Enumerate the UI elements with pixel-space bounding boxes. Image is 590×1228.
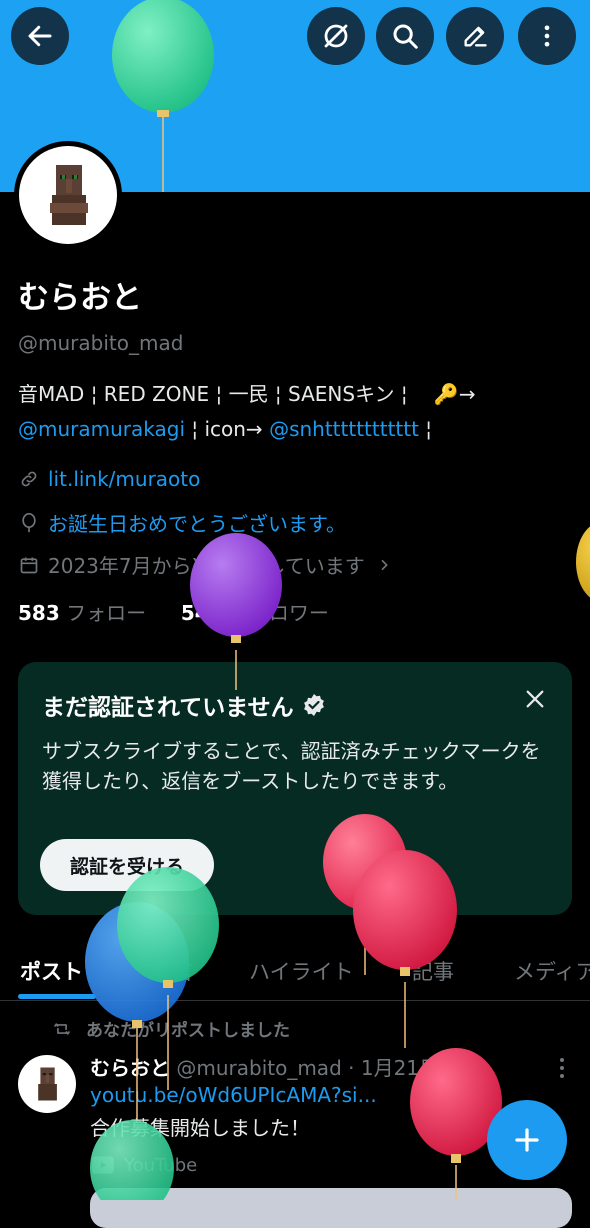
villager-avatar-image bbox=[50, 165, 88, 225]
bio-text: ¦ icon→ bbox=[185, 417, 270, 441]
profile-avatar[interactable] bbox=[14, 141, 122, 249]
get-verified-button[interactable]: 認証を受ける bbox=[40, 839, 214, 891]
bio-text: ¦ bbox=[418, 417, 433, 441]
grok-button[interactable] bbox=[307, 7, 365, 65]
pencil-icon bbox=[464, 26, 487, 47]
close-icon bbox=[526, 690, 544, 708]
following-stat[interactable]: 583 フォロー bbox=[18, 601, 146, 625]
repost-indicator: あなたがリポストしました bbox=[52, 1016, 290, 1041]
calendar-icon bbox=[18, 554, 40, 576]
joined-row[interactable]: 2023年7月からXを利用しています bbox=[18, 550, 395, 579]
birthday-row: お誕生日おめでとうございます。 bbox=[18, 508, 346, 537]
post-author-name[interactable]: むらおと bbox=[90, 1056, 170, 1080]
repost-label: あなたがリポストしました bbox=[86, 1021, 290, 1041]
compose-post-button[interactable] bbox=[487, 1100, 567, 1180]
tab-replies[interactable]: 返信 bbox=[150, 956, 192, 986]
verification-title-text: まだ認証されていません bbox=[42, 695, 294, 721]
tab-highlights[interactable]: ハイライト bbox=[249, 956, 354, 986]
youtube-source: YouTube bbox=[90, 1152, 197, 1178]
more-vertical-icon bbox=[544, 25, 550, 47]
post-link[interactable]: youtu.be/oWd6UPIcAMA?si... bbox=[90, 1083, 377, 1107]
followers-count: 546 bbox=[180, 601, 223, 625]
active-tab-indicator bbox=[18, 994, 96, 999]
bio-mention-link[interactable]: @snhtttttttttttt bbox=[269, 417, 419, 441]
tab-articles[interactable]: 記事 bbox=[412, 956, 454, 986]
search-button[interactable] bbox=[376, 7, 434, 65]
tab-media[interactable]: メディア bbox=[514, 956, 590, 986]
verification-title: まだ認証されていません bbox=[42, 688, 326, 722]
following-label: フォロー bbox=[66, 601, 147, 625]
post-header: むらおと @murabito_mad · 1月21日 bbox=[90, 1052, 439, 1081]
close-button[interactable] bbox=[520, 684, 550, 714]
followers-stat[interactable]: 546 フォロワー bbox=[181, 601, 329, 625]
website-row: lit.link/muraoto bbox=[18, 467, 200, 491]
link-icon bbox=[18, 468, 40, 490]
grok-slash-circle-icon bbox=[324, 24, 348, 48]
search-icon bbox=[393, 24, 418, 49]
birthday-text[interactable]: お誕生日おめでとうございます。 bbox=[48, 508, 346, 537]
post-date: 1月21日 bbox=[360, 1056, 440, 1080]
link-card-thumbnail[interactable] bbox=[90, 1188, 572, 1228]
more-vertical-icon bbox=[560, 1058, 564, 1078]
more-button[interactable] bbox=[518, 7, 576, 65]
plus-icon bbox=[515, 1128, 539, 1152]
post-avatar[interactable] bbox=[18, 1055, 76, 1113]
bio-mention-link[interactable]: @muramurakagi bbox=[18, 417, 185, 441]
post-separator: · bbox=[341, 1056, 361, 1080]
youtube-label: YouTube bbox=[124, 1154, 198, 1176]
balloon-gold-edge bbox=[576, 526, 590, 598]
compose-button[interactable] bbox=[446, 7, 504, 65]
verification-card: まだ認証されていません サブスクライブすることで、認証済みチェックマークを獲得し… bbox=[18, 662, 572, 915]
repost-icon bbox=[53, 1022, 71, 1035]
villager-avatar-image bbox=[38, 1067, 57, 1101]
post-more-button[interactable] bbox=[552, 1056, 572, 1080]
post-text: 合作募集開始しました！ bbox=[90, 1116, 310, 1140]
follow-stats: 583 フォロー 546 フォロワー bbox=[18, 597, 329, 626]
verification-description: サブスクライブすることで、認証済みチェックマークを獲得したり、返信をブーストした… bbox=[42, 739, 541, 793]
profile-tabs: ポスト 返信 ハイライト 記事 メディア bbox=[0, 940, 590, 1001]
youtube-icon bbox=[92, 1156, 114, 1174]
joined-text: 2023年7月からXを利用しています bbox=[48, 554, 365, 578]
tab-posts[interactable]: ポスト bbox=[20, 956, 83, 986]
following-count: 583 bbox=[18, 601, 60, 625]
profile-name: むらおと bbox=[18, 280, 142, 316]
profile-handle: @murabito_mad bbox=[18, 331, 184, 355]
post-author-handle: @murabito_mad bbox=[176, 1056, 342, 1080]
bio-text: 音MAD ¦ RED ZONE ¦ 一民 ¦ SAENSキン ¦ 🔑→ bbox=[18, 382, 476, 406]
balloon-icon bbox=[18, 512, 40, 534]
back-button[interactable] bbox=[11, 7, 69, 65]
chevron-right-icon bbox=[373, 554, 395, 576]
followers-label: フォロワー bbox=[228, 601, 329, 625]
arrow-left-icon bbox=[28, 25, 52, 47]
profile-bio: 音MAD ¦ RED ZONE ¦ 一民 ¦ SAENSキン ¦ 🔑→ @mur… bbox=[18, 377, 578, 447]
website-link[interactable]: lit.link/muraoto bbox=[48, 467, 200, 491]
verified-badge-icon bbox=[303, 694, 324, 716]
